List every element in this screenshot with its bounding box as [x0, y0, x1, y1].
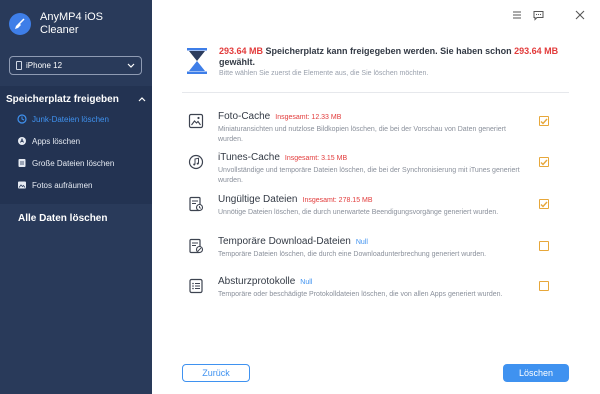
- header-subtitle: Bitte wählen Sie zuerst die Elemente aus…: [219, 70, 429, 77]
- photo-icon: [188, 113, 204, 129]
- item-description: Unvollständige und temporäre Dateien lös…: [218, 167, 520, 184]
- list-item-foto-cache: Foto-Cache Insgesamt: 12.33 MB Miniaturan…: [182, 111, 569, 151]
- hourglass-icon: [186, 48, 208, 74]
- close-icon[interactable]: [574, 9, 586, 21]
- item-checkbox[interactable]: [539, 241, 549, 251]
- item-title-text: Ungültige Dateien: [218, 194, 298, 205]
- item-size: Null: [355, 239, 368, 246]
- item-title: Temporäre Download-Dateien Null: [218, 236, 368, 247]
- item-description: Unnötige Dateien löschen, die durch uner…: [218, 209, 499, 216]
- sidebar-item-label: Fotos aufräumen: [32, 180, 93, 190]
- item-checkbox[interactable]: [539, 199, 549, 209]
- check-icon: [540, 159, 548, 166]
- item-description: Miniaturansichten und nutzlose Bildkopie…: [218, 126, 506, 143]
- item-size: Insgesamt: 278.15 MB: [302, 197, 373, 204]
- item-title-text: iTunes-Cache: [218, 152, 280, 163]
- item-title: Foto-Cache Insgesamt: 12.33 MB: [218, 111, 341, 122]
- item-checkbox[interactable]: [539, 281, 549, 291]
- list-item-ungueltige-dateien: Ungültige Dateien Insgesamt: 278.15 MB Un…: [182, 194, 569, 234]
- app-title-line1: AnyMP4 iOS: [40, 11, 103, 23]
- image-icon: [17, 180, 27, 190]
- header-amount-selected: 293.64 MB: [514, 46, 559, 56]
- section-title: Speicherplatz freigeben: [6, 94, 119, 105]
- list-item-absturzprotokolle: Absturzprotokolle Null Temporäre oder bes…: [182, 276, 569, 316]
- music-icon: [188, 154, 204, 170]
- item-title: Ungültige Dateien Insgesamt: 278.15 MB: [218, 194, 373, 205]
- header-text-2: gewählt.: [219, 57, 256, 67]
- sidebar-item-apps[interactable]: Apps löschen: [17, 133, 147, 149]
- header-text-1: Speicherplatz kann freigegeben werden. S…: [263, 46, 515, 56]
- item-title: Absturzprotokolle Null: [218, 276, 312, 287]
- invalid-file-icon: [188, 196, 204, 212]
- sidebar-item-alle-daten[interactable]: Alle Daten löschen: [18, 213, 107, 224]
- delete-button[interactable]: Löschen: [503, 364, 569, 382]
- file-icon: [17, 158, 27, 168]
- divider: [182, 92, 569, 93]
- header-summary: 293.64 MB Speicherplatz kann freigegeben…: [219, 46, 569, 68]
- chevron-down-icon: [125, 63, 137, 68]
- check-icon: [540, 201, 548, 208]
- chevron-up-icon: [138, 96, 146, 104]
- sidebar-item-large-files[interactable]: Große Dateien löschen: [17, 155, 147, 171]
- item-checkbox[interactable]: [539, 157, 549, 167]
- apps-icon: [17, 136, 27, 146]
- device-label: iPhone 12: [26, 61, 63, 70]
- item-title-text: Absturzprotokolle: [218, 276, 296, 287]
- sidebar-item-photos[interactable]: Fotos aufräumen: [17, 177, 147, 193]
- item-description: Temporäre oder beschädigte Protokolldate…: [218, 291, 503, 298]
- sidebar-item-label: Große Dateien löschen: [32, 158, 115, 168]
- app-title-line2: Cleaner: [40, 24, 79, 36]
- check-icon: [540, 118, 548, 125]
- app-title: AnyMP4 iOS Cleaner: [40, 11, 140, 37]
- item-size: Insgesamt: 12.33 MB: [275, 114, 342, 121]
- broom-icon: [9, 13, 31, 35]
- sidebar-item-label: Junk-Dateien löschen: [32, 114, 109, 124]
- sidebar: AnyMP4 iOS Cleaner iPhone 12 Speicherpla…: [0, 0, 152, 394]
- item-size: Insgesamt: 3.15 MB: [284, 155, 348, 162]
- log-icon: [188, 278, 204, 294]
- device-select[interactable]: iPhone 12: [9, 56, 142, 75]
- download-file-icon: [188, 238, 204, 254]
- list-item-itunes-cache: iTunes-Cache Insgesamt: 3.15 MB Unvollstä…: [182, 152, 569, 192]
- item-title-text: Temporäre Download-Dateien: [218, 236, 351, 247]
- item-title-text: Foto-Cache: [218, 111, 271, 122]
- menu-icon[interactable]: [511, 9, 523, 21]
- item-size: Null: [300, 279, 313, 286]
- sidebar-item-label: Apps löschen: [32, 136, 81, 146]
- item-checkbox[interactable]: [539, 116, 549, 126]
- section-header-speicherplatz[interactable]: Speicherplatz freigeben: [6, 94, 146, 105]
- item-description: Temporäre Dateien löschen, die durch ein…: [218, 251, 487, 258]
- chat-icon[interactable]: [532, 9, 544, 21]
- clock-icon: [17, 114, 27, 124]
- sidebar-item-junk[interactable]: Junk-Dateien löschen: [17, 111, 147, 127]
- back-button[interactable]: Zurück: [182, 364, 250, 382]
- phone-icon: [16, 61, 22, 70]
- item-title: iTunes-Cache Insgesamt: 3.15 MB: [218, 152, 347, 163]
- header-amount-total: 293.64 MB: [219, 46, 264, 56]
- list-item-temporaere-downloads: Temporäre Download-Dateien Null Temporäre…: [182, 236, 569, 276]
